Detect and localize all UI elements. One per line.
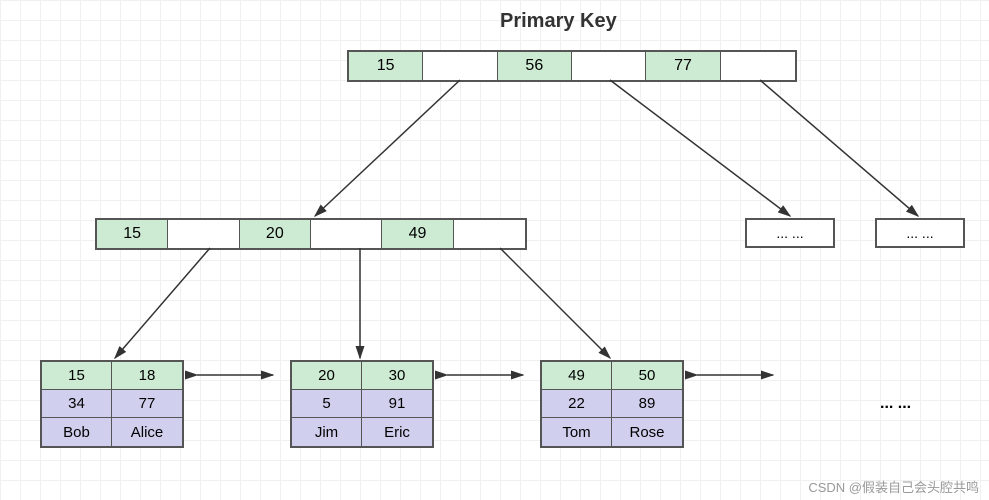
root-node: 15 56 77 — [347, 50, 797, 82]
trailing-ellipsis: ... ... — [880, 395, 911, 413]
mid-cell-0: 15 — [97, 220, 168, 248]
root-cell-0: 15 — [349, 52, 423, 80]
leaf0-val2-0: Bob — [42, 418, 112, 446]
root-cell-4: 77 — [646, 52, 720, 80]
leaf2-key0: 49 — [542, 362, 612, 390]
leaf1-val2-0: Jim — [292, 418, 362, 446]
leaf-node-1: 20 30 5 91 Jim Eric — [290, 360, 434, 448]
leaf1-val1-1: 91 — [362, 390, 432, 418]
root-cell-2: 56 — [498, 52, 572, 80]
mid-ellipsis-2: ... ... — [875, 218, 965, 248]
mid-cell-1 — [168, 220, 239, 248]
leaf1-val2-1: Eric — [362, 418, 432, 446]
leaf0-key1: 18 — [112, 362, 182, 390]
leaf2-val1-1: 89 — [612, 390, 682, 418]
leaf2-val1-0: 22 — [542, 390, 612, 418]
mid-cell-4: 49 — [382, 220, 453, 248]
mid-cell-3 — [311, 220, 382, 248]
leaf-node-2: 49 50 22 89 Tom Rose — [540, 360, 684, 448]
leaf1-key0: 20 — [292, 362, 362, 390]
mid-node-left: 15 20 49 — [95, 218, 527, 250]
root-cell-5 — [721, 52, 795, 80]
root-cell-3 — [572, 52, 646, 80]
leaf0-key0: 15 — [42, 362, 112, 390]
watermark: CSDN @假装自己会头腔共鸣 — [808, 477, 979, 496]
leaf2-val2-0: Tom — [542, 418, 612, 446]
leaf-node-0: 15 18 34 77 Bob Alice — [40, 360, 184, 448]
mid-cell-2: 20 — [240, 220, 311, 248]
leaf1-val1-0: 5 — [292, 390, 362, 418]
mid-ellipsis-1: ... ... — [745, 218, 835, 248]
root-cell-1 — [423, 52, 497, 80]
leaf0-val1-0: 34 — [42, 390, 112, 418]
mid-cell-5 — [454, 220, 525, 248]
diagram-title: Primary Key — [500, 10, 617, 33]
leaf0-val1-1: 77 — [112, 390, 182, 418]
leaf2-val2-1: Rose — [612, 418, 682, 446]
leaf1-key1: 30 — [362, 362, 432, 390]
leaf0-val2-1: Alice — [112, 418, 182, 446]
leaf2-key1: 50 — [612, 362, 682, 390]
